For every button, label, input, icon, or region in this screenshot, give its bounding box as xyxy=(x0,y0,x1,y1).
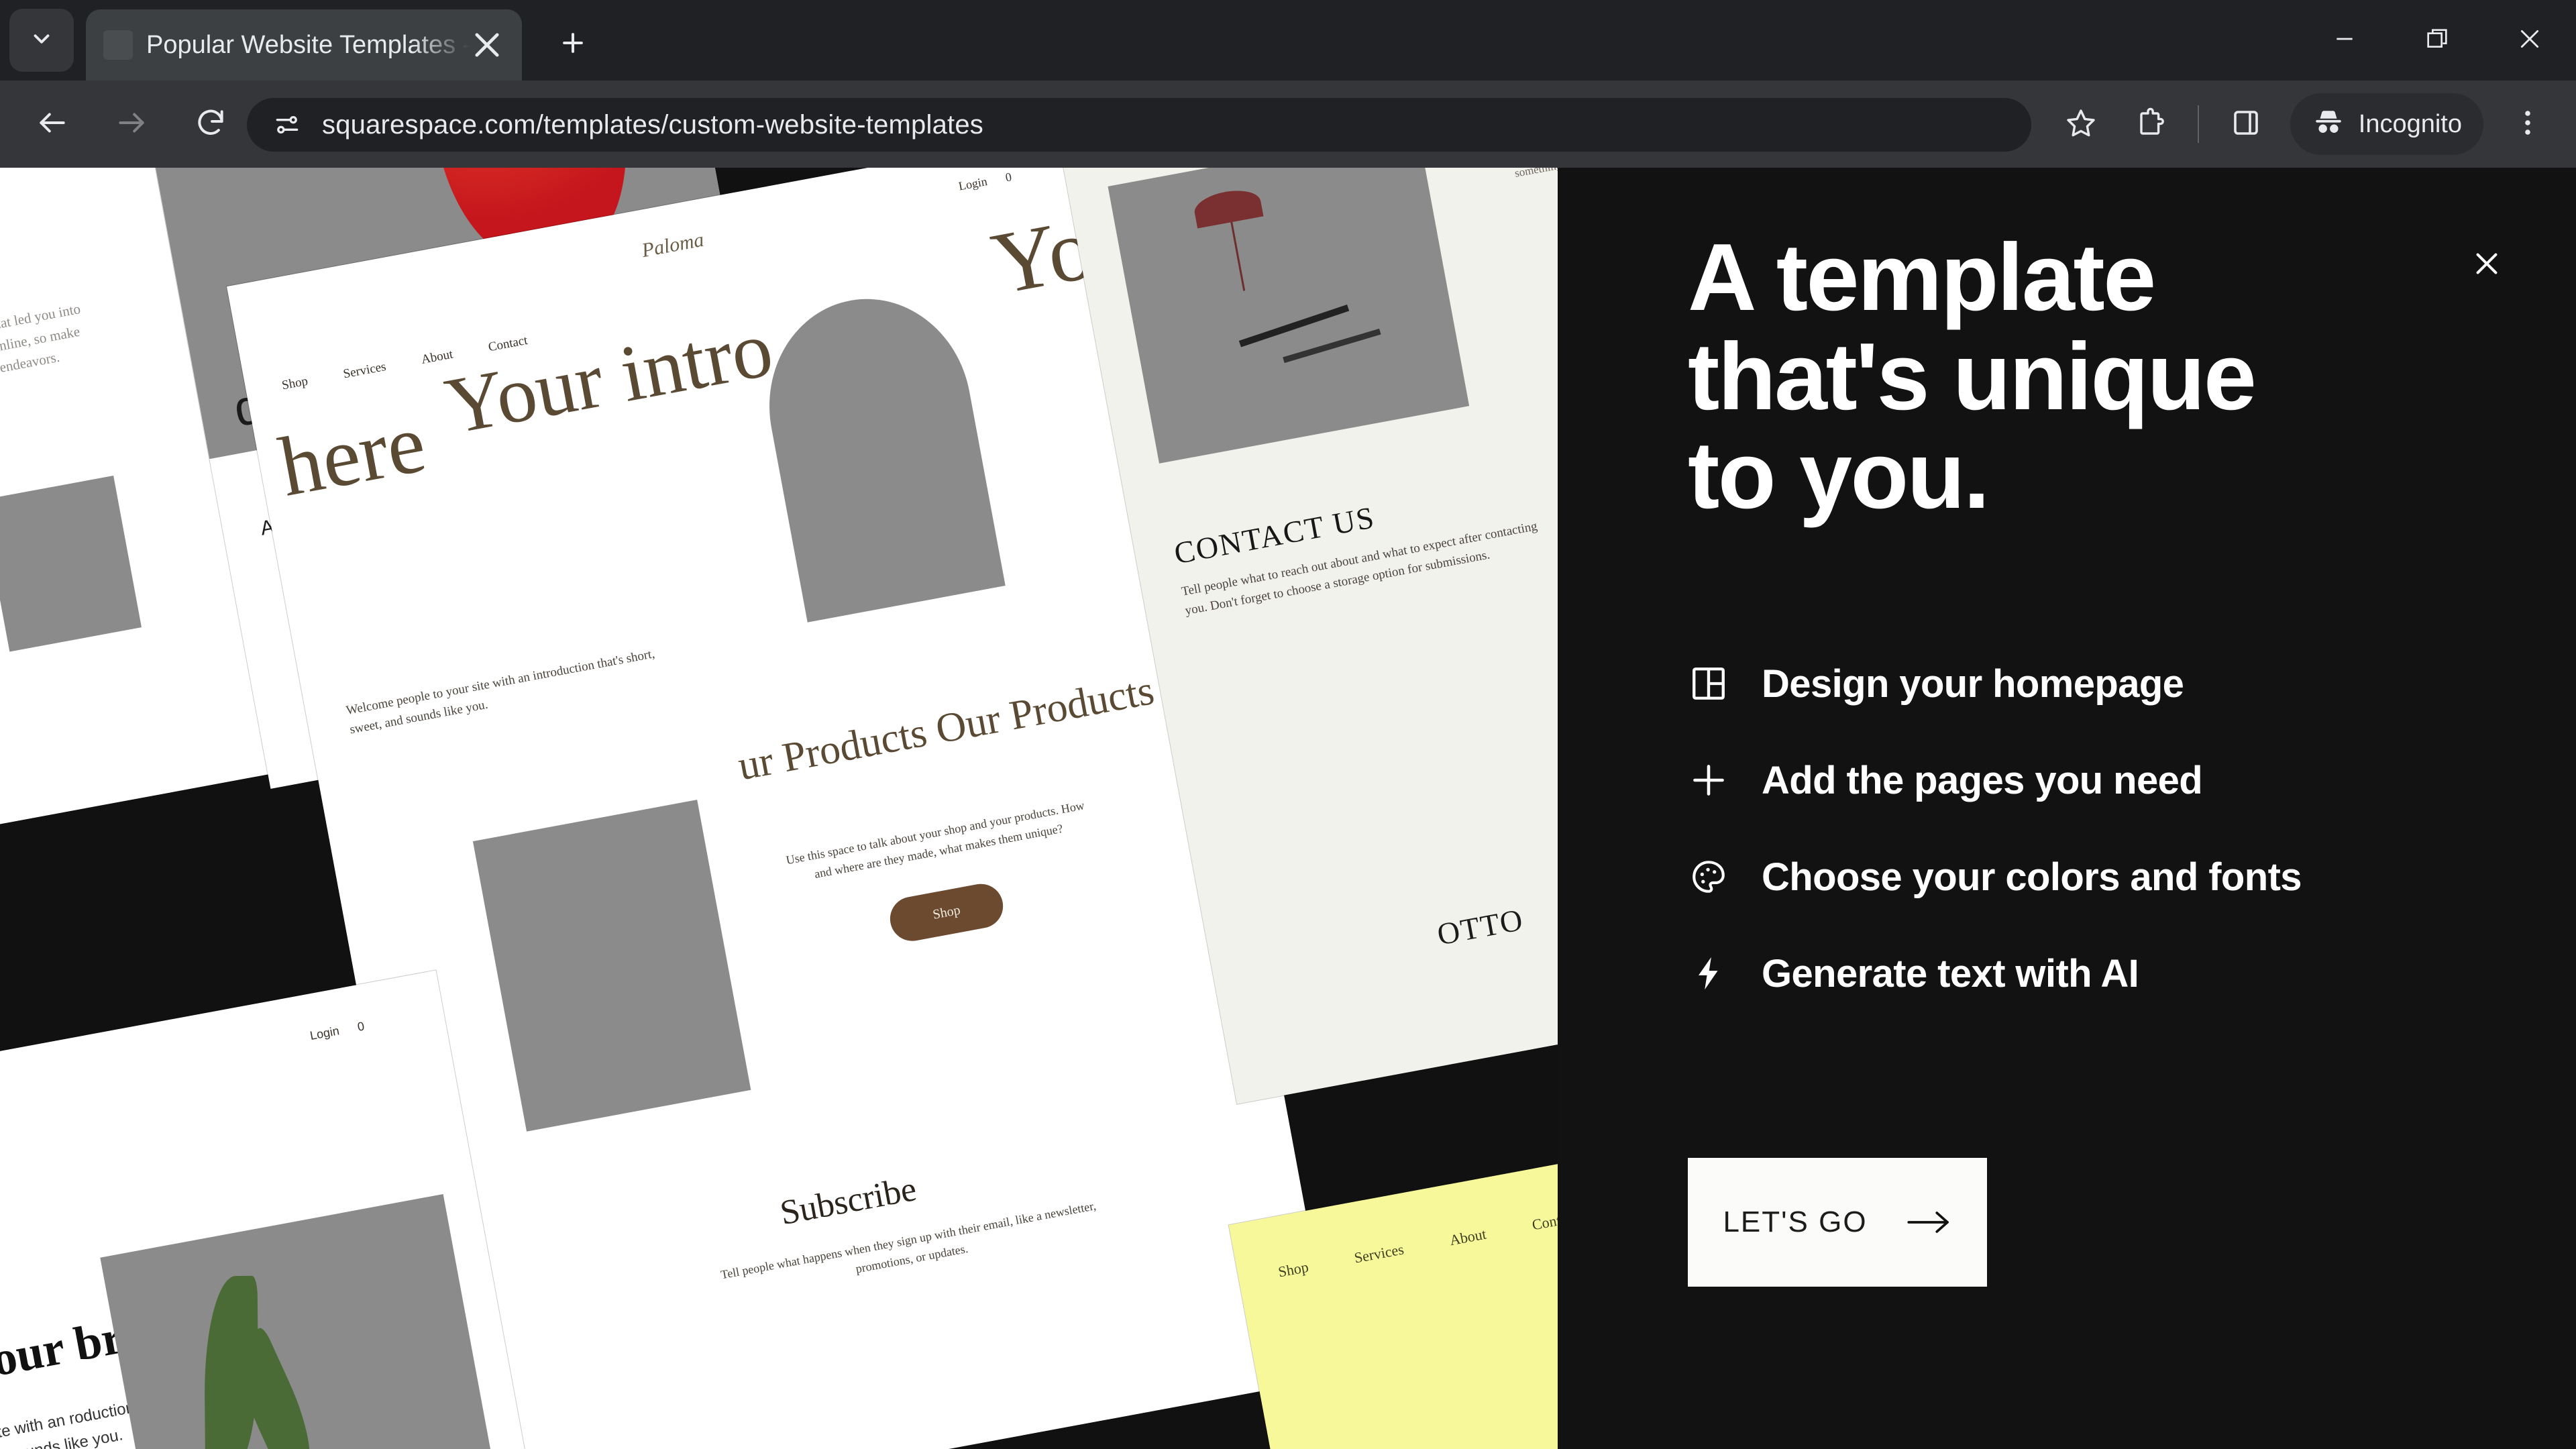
template-shop-button[interactable]: Shop xyxy=(886,880,1007,945)
template-nav-item[interactable]: Services xyxy=(1353,1240,1405,1267)
close-icon xyxy=(2516,25,2543,56)
feature-list: Design your homepage Add the pages you n… xyxy=(1688,635,2529,1022)
incognito-label: Incognito xyxy=(2358,109,2462,138)
browser-menu-button[interactable] xyxy=(2493,89,2563,159)
tab-close-button[interactable] xyxy=(470,28,504,62)
template-card-brand: OTTO xyxy=(1434,902,1527,952)
palette-icon xyxy=(1688,856,1729,898)
panel-heading-line-2: that's unique xyxy=(1688,323,2257,430)
browser-tab[interactable]: Popular Website Templates - Po xyxy=(86,9,522,80)
feature-item-add-pages: Add the pages you need xyxy=(1688,732,2529,828)
feature-item-colors-fonts: Choose your colors and fonts xyxy=(1688,828,2529,925)
puzzle-piece-icon xyxy=(2135,107,2167,142)
incognito-profile-button[interactable]: Incognito xyxy=(2290,93,2483,155)
feature-label: Design your homepage xyxy=(1762,661,2184,706)
template-card-body: come people to your site with an roducti… xyxy=(0,1398,136,1449)
side-panel-icon xyxy=(2230,107,2262,142)
template-display-mid: Your intro xyxy=(439,303,780,451)
browser-window: Popular Website Templates - Po xyxy=(0,0,2576,1449)
browser-toolbar: squarespace.com/templates/custom-website… xyxy=(0,80,2576,168)
arrow-right-icon xyxy=(1905,1207,1952,1238)
toolbar-actions: Incognito xyxy=(2046,80,2576,168)
reload-button[interactable] xyxy=(174,88,247,160)
template-display-left: here xyxy=(272,396,433,515)
template-photo xyxy=(1108,168,1470,464)
site-info-icon[interactable] xyxy=(270,107,305,142)
template-photo xyxy=(0,475,142,652)
lightning-bolt-icon xyxy=(1688,953,1729,994)
template-cart-count[interactable]: 0 xyxy=(356,1019,366,1034)
template-subscribe-heading: Subscribe xyxy=(777,1169,920,1233)
template-account-nav: Login 0 xyxy=(309,1019,366,1043)
arrow-right-icon xyxy=(115,106,148,143)
minimize-button[interactable] xyxy=(2298,0,2391,80)
template-subscribe-body: Tell people what happens when they sign … xyxy=(719,1199,1097,1282)
layout-grid-icon xyxy=(1688,663,1729,704)
onboarding-panel: A template that's unique to you. Design … xyxy=(1558,168,2576,1449)
feature-item-generate-text-ai: Generate text with AI xyxy=(1688,925,2529,1022)
lets-go-label: LET'S GO xyxy=(1723,1205,1868,1238)
maximize-button[interactable] xyxy=(2391,0,2483,80)
panel-content: A template that's unique to you. Design … xyxy=(1688,228,2529,1022)
feature-label: Generate text with AI xyxy=(1762,951,2139,996)
lets-go-button[interactable]: LET'S GO xyxy=(1688,1158,1987,1287)
bookmark-button[interactable] xyxy=(2046,89,2116,159)
template-nav-item[interactable]: Shop xyxy=(1277,1258,1309,1281)
template-nav: Shop Services About Contact xyxy=(1277,1208,1578,1281)
chevron-down-icon xyxy=(29,26,54,55)
panel-heading-line-3: to you. xyxy=(1688,422,1990,529)
feature-item-design-homepage: Design your homepage xyxy=(1688,635,2529,732)
template-nav-item[interactable]: About xyxy=(1448,1226,1488,1250)
forward-button[interactable] xyxy=(95,88,168,160)
back-button[interactable] xyxy=(16,88,89,160)
template-nav-item[interactable]: Services xyxy=(342,360,387,382)
template-login-link[interactable]: Login xyxy=(957,174,988,193)
tab-strip: Popular Website Templates - Po xyxy=(0,0,2576,80)
restore-icon xyxy=(2424,25,2451,56)
template-account-nav: Login 0 xyxy=(957,170,1012,193)
template-card-body: Share your origin, your process, and wha… xyxy=(0,301,82,415)
toolbar-divider xyxy=(2197,105,2199,143)
tab-search-button[interactable] xyxy=(9,9,74,72)
template-cart-count[interactable]: 0 xyxy=(1004,170,1013,184)
kebab-menu-icon xyxy=(2512,107,2544,142)
page-viewport: Share your origin, your process, and wha… xyxy=(0,168,2576,1449)
panel-heading-line-1: A template xyxy=(1688,224,2156,331)
window-close-button[interactable] xyxy=(2483,0,2576,80)
template-photo xyxy=(751,282,1006,623)
panel-heading: A template that's unique to you. xyxy=(1688,228,2529,525)
plus-icon xyxy=(1688,759,1729,801)
window-controls xyxy=(2298,0,2576,80)
template-card-body: Welcome people to your site with an intr… xyxy=(345,647,656,737)
plus-icon xyxy=(558,28,588,61)
star-icon xyxy=(2065,107,2097,142)
address-bar-url: squarespace.com/templates/custom-website… xyxy=(322,109,983,140)
template-login-link[interactable]: Login xyxy=(309,1024,340,1043)
feature-label: Choose your colors and fonts xyxy=(1762,855,2302,899)
feature-label: Add the pages you need xyxy=(1762,758,2203,802)
side-panel-button[interactable] xyxy=(2211,89,2281,159)
template-photo xyxy=(100,1194,512,1449)
template-products-heading: ur Products Our Products xyxy=(735,667,1158,790)
template-nav-item[interactable]: Shop xyxy=(280,374,309,394)
extensions-button[interactable] xyxy=(2116,89,2186,159)
minimize-icon xyxy=(2331,25,2358,56)
template-products-body: Use this space to talk about your shop a… xyxy=(785,798,1086,881)
arrow-left-icon xyxy=(36,106,69,143)
address-bar[interactable]: squarespace.com/templates/custom-website… xyxy=(247,98,2031,152)
incognito-icon xyxy=(2312,106,2345,143)
tab-title: Popular Website Templates - Po xyxy=(146,30,470,59)
reload-icon xyxy=(194,106,227,143)
template-photo xyxy=(472,800,751,1132)
template-card-brand: Paloma xyxy=(640,228,706,262)
tab-favicon xyxy=(103,30,133,60)
new-tab-button[interactable] xyxy=(550,21,596,67)
